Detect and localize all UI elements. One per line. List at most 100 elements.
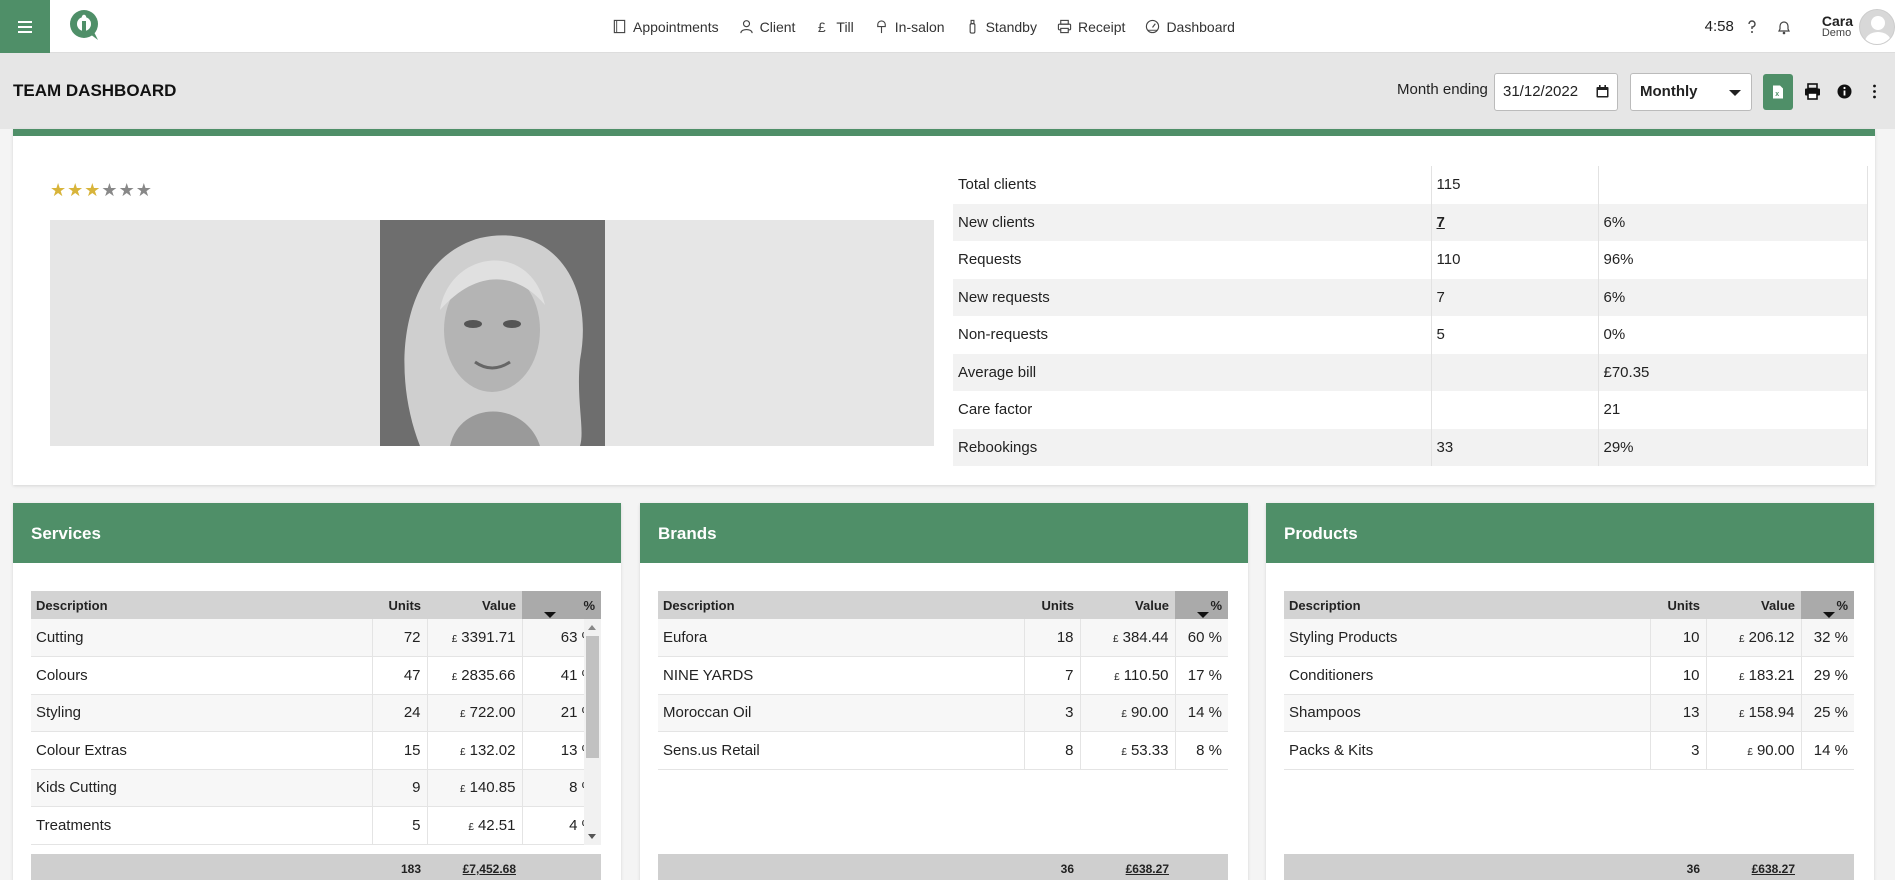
col-pct[interactable]: %	[522, 591, 601, 619]
products-table: Description Units Value % Styling Produc…	[1284, 591, 1854, 770]
table-row[interactable]: Treatments 5 £42.51 4 %	[31, 806, 601, 845]
row-value: £158.94	[1706, 694, 1802, 732]
services-panel: Services Description Units Value % Cutti…	[13, 503, 621, 880]
row-units: 18	[1024, 619, 1081, 657]
stat-row: Non-requests 5 0%	[953, 316, 1868, 354]
print-icon[interactable]	[1804, 83, 1821, 100]
stat-row: Rebookings 33 29%	[953, 428, 1868, 466]
table-row[interactable]: Kids Cutting 9 £140.85 8 %	[31, 769, 601, 807]
row-value: £183.21	[1706, 656, 1802, 695]
scroll-up-arrow[interactable]	[588, 625, 596, 630]
printer-icon	[1057, 19, 1072, 34]
top-navigation-bar: Appointments Client £ Till In-salon Stan…	[0, 0, 1895, 53]
star-icon: ★	[101, 180, 118, 200]
col-units[interactable]: Units	[1650, 591, 1706, 619]
value-amount: 110.50	[1123, 666, 1169, 684]
avatar[interactable]	[1859, 8, 1895, 45]
row-units: 72	[372, 619, 428, 657]
export-excel-button[interactable]: x	[1763, 74, 1793, 110]
row-value: £42.51	[427, 806, 523, 845]
main-nav: Appointments Client £ Till In-salon Stan…	[612, 0, 1235, 53]
total-value[interactable]: £638.27	[1706, 854, 1801, 880]
col-pct[interactable]: %	[1801, 591, 1854, 619]
col-description[interactable]: Description	[1284, 591, 1650, 619]
row-units: 24	[372, 694, 428, 732]
nav-label: Appointments	[633, 18, 719, 35]
stat-label: Non-requests	[953, 316, 1432, 354]
col-units[interactable]: Units	[372, 591, 427, 619]
page-header: TEAM DASHBOARD Month ending 31/12/2022 M…	[0, 53, 1895, 129]
nav-client[interactable]: Client	[739, 19, 795, 35]
scroll-down-arrow[interactable]	[588, 834, 596, 839]
nav-label: Standby	[985, 18, 1037, 35]
col-pct[interactable]: %	[1175, 591, 1228, 619]
nav-till[interactable]: £ Till	[815, 19, 854, 35]
team-member-card: ★ ★ ★ ★ ★ ★ Total clients 115 New clients 7 6% Req…	[13, 129, 1875, 485]
row-description: Moroccan Oil	[658, 694, 1025, 732]
col-units[interactable]: Units	[1024, 591, 1080, 619]
table-row[interactable]: Sens.us Retail 8 £53.33 8 %	[658, 731, 1228, 770]
person-icon	[739, 20, 753, 34]
excel-file-icon: x	[1773, 85, 1783, 99]
nav-dashboard[interactable]: Dashboard	[1145, 19, 1235, 35]
col-description[interactable]: Description	[658, 591, 1024, 619]
col-value[interactable]: Value	[1706, 591, 1801, 619]
total-value[interactable]: £638.27	[1080, 854, 1175, 880]
stat-count: 33	[1431, 428, 1599, 466]
currency-symbol: £	[460, 746, 466, 758]
table-row[interactable]: Eufora 18 £384.44 60 %	[658, 619, 1228, 657]
stat-count[interactable]: 7	[1431, 203, 1599, 241]
stat-pct: 29%	[1598, 428, 1868, 466]
hamburger-menu-button[interactable]	[0, 0, 50, 53]
row-units: 10	[1650, 619, 1707, 657]
period-value: Monthly	[1640, 83, 1698, 100]
nav-receipt[interactable]: Receipt	[1057, 19, 1125, 35]
nav-standby[interactable]: Standby	[965, 19, 1037, 35]
table-row[interactable]: Packs & Kits 3 £90.00 14 %	[1284, 731, 1854, 770]
row-description: NINE YARDS	[658, 656, 1025, 695]
bell-icon[interactable]	[1776, 19, 1792, 35]
period-select[interactable]: Monthly	[1630, 73, 1752, 111]
table-row[interactable]: Cutting 72 £3391.71 63 %	[31, 619, 601, 657]
table-row[interactable]: Styling 24 £722.00 21 %	[31, 694, 601, 732]
more-options-icon[interactable]	[1866, 83, 1883, 100]
value-amount: 132.02	[469, 741, 516, 759]
scrollbar-thumb[interactable]	[586, 636, 599, 758]
col-description[interactable]: Description	[31, 591, 372, 619]
calendar-icon[interactable]	[1596, 85, 1609, 98]
currency-symbol: £	[1739, 671, 1745, 683]
star-icon: ★	[135, 180, 152, 200]
services-totals: 183 £7,452.68	[31, 854, 601, 880]
currency-symbol: £	[1113, 634, 1119, 645]
total-value[interactable]: £7,452.68	[427, 854, 522, 880]
col-value[interactable]: Value	[427, 591, 522, 619]
user-menu[interactable]: Cara Demo	[1822, 14, 1853, 39]
currency-symbol: £	[468, 821, 474, 833]
row-units: 13	[1650, 694, 1707, 732]
table-row[interactable]: Colours 47 £2835.66 41 %	[31, 656, 601, 695]
row-description: Sens.us Retail	[658, 731, 1025, 770]
stat-count: 7	[1431, 278, 1599, 316]
table-row[interactable]: Moroccan Oil 3 £90.00 14 %	[658, 694, 1228, 732]
nav-in-salon[interactable]: In-salon	[874, 19, 945, 35]
col-value[interactable]: Value	[1080, 591, 1175, 619]
stat-row: Care factor 21	[953, 391, 1868, 429]
value-amount: 42.51	[477, 816, 516, 834]
services-scrollbar[interactable]	[584, 619, 601, 845]
nav-appointments[interactable]: Appointments	[612, 19, 719, 35]
table-row[interactable]: Conditioners 10 £183.21 29 %	[1284, 656, 1854, 695]
table-row[interactable]: NINE YARDS 7 £110.50 17 %	[658, 656, 1228, 695]
help-icon[interactable]	[1744, 19, 1760, 35]
stat-count: 115	[1431, 166, 1599, 204]
row-pct: 8 %	[1175, 731, 1228, 770]
table-row[interactable]: Colour Extras 15 £132.02 13 %	[31, 731, 601, 770]
table-row[interactable]: Shampoos 13 £158.94 25 %	[1284, 694, 1854, 732]
stat-label: Total clients	[953, 166, 1432, 204]
info-icon[interactable]	[1836, 83, 1853, 100]
month-ending-date-field[interactable]: 31/12/2022	[1494, 73, 1618, 111]
row-pct: 29 %	[1801, 656, 1854, 695]
app-logo[interactable]	[68, 8, 102, 42]
total-units: 36	[1060, 862, 1074, 876]
table-row[interactable]: Styling Products 10 £206.12 32 %	[1284, 619, 1854, 657]
total-units: 36	[1686, 862, 1700, 876]
